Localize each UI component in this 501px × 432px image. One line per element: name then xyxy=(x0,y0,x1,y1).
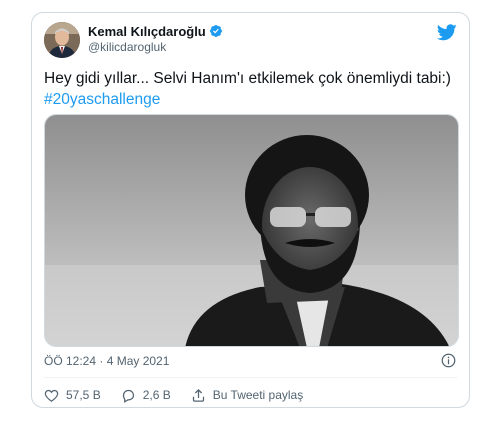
tweet-card: Kemal Kılıçdaroğlu @kilicdarogluk Hey gi… xyxy=(31,12,470,408)
author-name[interactable]: Kemal Kılıçdaroğlu xyxy=(88,24,223,39)
info-icon[interactable] xyxy=(441,353,456,368)
share-label: Bu Tweeti paylaş xyxy=(212,388,304,402)
author-name-text: Kemal Kılıçdaroğlu xyxy=(88,24,206,39)
hashtag-link[interactable]: #20yaschallenge xyxy=(44,91,160,108)
author-avatar[interactable] xyxy=(44,22,80,58)
like-count: 57,5 B xyxy=(66,388,101,402)
twitter-bird-icon[interactable] xyxy=(437,24,457,41)
reply-icon xyxy=(122,389,134,403)
heart-icon xyxy=(44,389,59,402)
tweet-text: Hey gidi yıllar... Selvi Hanım'ı etkilem… xyxy=(44,68,459,110)
tweet-body: Hey gidi yıllar... Selvi Hanım'ı etkilem… xyxy=(44,70,451,87)
share-button[interactable]: Bu Tweeti paylaş xyxy=(191,388,304,403)
divider xyxy=(44,377,457,378)
reply-count: 2,6 B xyxy=(142,388,171,402)
reply-button[interactable]: 2,6 B xyxy=(121,388,171,403)
share-icon xyxy=(192,388,204,402)
like-button[interactable]: 57,5 B xyxy=(44,388,101,403)
tweet-timestamp[interactable]: ÖÖ 12:24 · 4 May 2021 xyxy=(44,354,169,368)
verified-badge-icon xyxy=(209,25,222,37)
tweet-actions: 57,5 B 2,6 B Bu Tweeti paylaş xyxy=(44,386,323,404)
tweet-photo[interactable] xyxy=(44,114,459,347)
author-handle[interactable]: @kilicdarogluk xyxy=(88,40,166,54)
